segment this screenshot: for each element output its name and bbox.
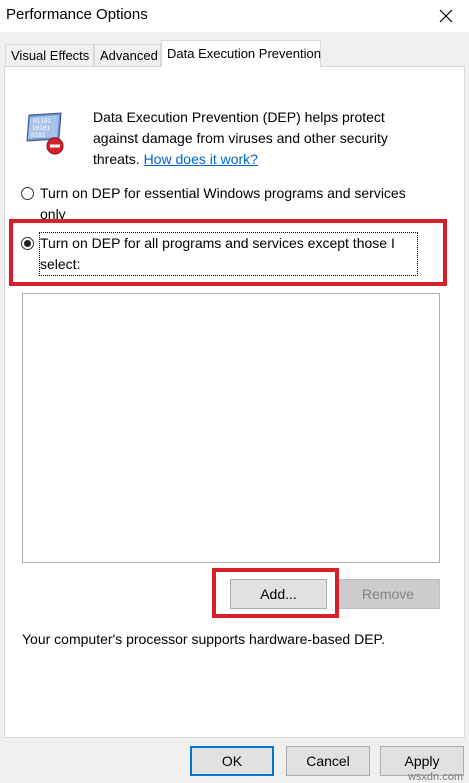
how-does-it-work-link[interactable]: How does it work? (144, 151, 258, 167)
tab-panel: 01101 10101 0101 Data Execution Preventi… (4, 66, 465, 738)
remove-button[interactable]: Remove (336, 579, 440, 609)
tab-strip: Visual Effects Advanced Data Execution P… (5, 40, 465, 67)
dep-description: Data Execution Prevention (DEP) helps pr… (93, 107, 433, 170)
radio-all-row[interactable]: Turn on DEP for all programs and service… (21, 232, 441, 276)
radio-all[interactable] (21, 237, 34, 250)
watermark: wsxdn.com (407, 771, 463, 783)
dep-icon: 01101 10101 0101 (26, 112, 64, 155)
ok-button[interactable]: OK (190, 746, 274, 776)
exceptions-list[interactable] (22, 293, 440, 563)
close-button[interactable] (423, 0, 469, 32)
radio-essential-label[interactable]: Turn on DEP for essential Windows progra… (40, 183, 435, 225)
svg-text:10101: 10101 (32, 125, 50, 132)
tab-advanced[interactable]: Advanced (94, 44, 161, 66)
radio-all-label[interactable]: Turn on DEP for all programs and service… (39, 232, 418, 276)
cancel-button[interactable]: Cancel (286, 746, 370, 776)
title-bar: Performance Options (0, 0, 469, 32)
add-button[interactable]: Add... (230, 579, 327, 609)
tab-visual-effects[interactable]: Visual Effects (5, 44, 94, 66)
svg-text:0101: 0101 (31, 132, 46, 139)
radio-essential-row[interactable]: Turn on DEP for essential Windows progra… (21, 183, 441, 225)
hardware-support-text: Your computer's processor supports hardw… (22, 631, 385, 647)
close-icon (439, 9, 453, 23)
svg-text:01101: 01101 (33, 118, 51, 125)
window-title: Performance Options (6, 6, 148, 23)
tab-data-execution-prevention[interactable]: Data Execution Prevention (161, 40, 321, 67)
radio-essential[interactable] (21, 187, 34, 200)
